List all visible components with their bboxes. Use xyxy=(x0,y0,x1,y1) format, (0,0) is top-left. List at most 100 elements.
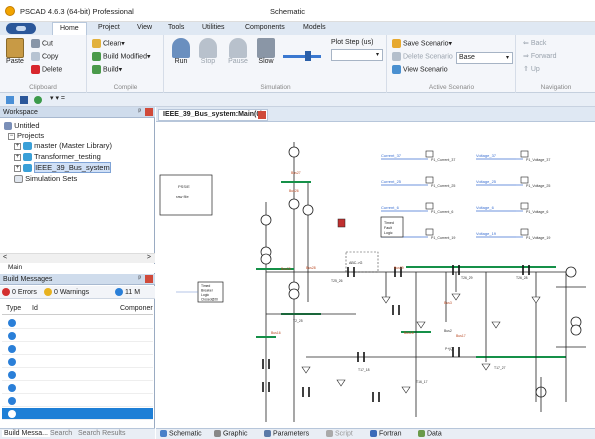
tree-item-transformer[interactable]: + Transformer_testing xyxy=(14,152,101,162)
table-row[interactable] xyxy=(2,382,153,394)
script-icon xyxy=(326,430,333,437)
tab-utilities[interactable]: Utilities xyxy=(202,24,225,31)
meter-icon xyxy=(425,228,434,236)
run-button[interactable]: Run xyxy=(169,38,193,65)
tab-schematic[interactable]: Schematic xyxy=(160,430,202,437)
tab-search-results[interactable]: Search Results xyxy=(78,430,125,437)
transformer-symbol xyxy=(302,204,314,216)
col-id[interactable]: Id xyxy=(32,305,38,312)
pause-icon xyxy=(229,38,247,58)
close-icon[interactable] xyxy=(145,275,153,283)
errors-filter-button[interactable]: 0 Errors xyxy=(2,288,37,296)
context-title: Schematic xyxy=(270,7,306,16)
tab-project[interactable]: Project xyxy=(98,24,120,31)
tab-data[interactable]: Data xyxy=(418,430,442,437)
schematic-canvas[interactable]: Current_37 P1_Current_37 Voltage_37 P1_Volt… xyxy=(156,122,595,428)
tree-item-master[interactable]: + master (Master Library) xyxy=(14,141,112,151)
col-type[interactable]: Type xyxy=(6,305,21,312)
clean-button[interactable]: Clean▾ xyxy=(92,39,125,48)
workspace-main-tab[interactable]: Main xyxy=(0,264,155,273)
source-symbol xyxy=(565,266,577,278)
table-row[interactable] xyxy=(2,369,153,381)
delete-scenario-button[interactable]: Delete Scenario xyxy=(392,52,453,61)
undo-icon[interactable] xyxy=(34,96,42,104)
source-symbol xyxy=(260,214,272,226)
tab-fortran[interactable]: Fortran xyxy=(370,430,402,437)
tree-simulation-sets[interactable]: Simulation Sets xyxy=(14,174,77,184)
workspace-scrollbar[interactable]: < > xyxy=(0,253,155,263)
build-messages-table: Type Id Componer xyxy=(0,303,155,423)
table-row[interactable] xyxy=(2,343,153,355)
new-icon[interactable] xyxy=(6,96,14,104)
timed-breaker-text: Timed xyxy=(201,284,210,288)
tab-build-messages[interactable]: Build Messa... xyxy=(2,430,50,437)
pause-button[interactable]: Pause xyxy=(225,38,251,65)
note-text: raw file xyxy=(176,194,189,199)
build-modified-button[interactable]: Build Modified▾ xyxy=(92,52,150,61)
device-label: T17_27 xyxy=(494,366,506,370)
build-button[interactable]: Build▾ xyxy=(92,65,122,74)
qat-more-icon[interactable]: ▾ ▾ = xyxy=(50,94,65,102)
close-tab-icon[interactable] xyxy=(258,111,266,119)
meter-current-label: Current_37 xyxy=(381,153,402,158)
forward-button[interactable]: ⇒ Forward xyxy=(523,52,557,60)
warnings-filter-button[interactable]: 0 Warnings xyxy=(44,288,89,296)
messages-filter-button[interactable]: 11 M xyxy=(115,288,140,296)
tab-parameters[interactable]: Parameters xyxy=(264,430,309,437)
info-icon xyxy=(8,345,16,353)
broom-icon xyxy=(92,39,101,48)
delete-button[interactable]: Delete xyxy=(31,65,62,74)
meter-voltage-label: Voltage_25 xyxy=(476,179,497,184)
table-row[interactable] xyxy=(2,395,153,407)
simulation-group: Run Stop Pause Slow Plot Step (us) ▾ Sim… xyxy=(165,35,387,93)
stop-icon xyxy=(199,38,217,58)
scenario-select[interactable]: Base ▾ xyxy=(456,52,513,64)
table-row[interactable] xyxy=(2,356,153,368)
parameters-icon xyxy=(264,430,271,437)
tab-models[interactable]: Models xyxy=(303,24,326,31)
close-icon[interactable] xyxy=(145,108,153,116)
col-component[interactable]: Componer xyxy=(120,305,153,312)
tab-graphic[interactable]: Graphic xyxy=(214,430,247,437)
workspace-icon xyxy=(4,122,12,131)
scenario-label: Active Scenario xyxy=(428,84,475,91)
error-icon xyxy=(2,288,10,296)
document-tab[interactable]: IEEE_39_Bus_system:Main(0) xyxy=(158,109,268,121)
tab-home[interactable]: Home xyxy=(52,22,87,36)
compile-group: Clean▾ Build Modified▾ Build▾ Compile xyxy=(88,35,164,93)
stop-button[interactable]: Stop xyxy=(196,38,220,65)
file-menu-button[interactable] xyxy=(6,23,36,34)
up-button[interactable]: ⇑ Up xyxy=(523,65,540,73)
slow-button[interactable]: Slow xyxy=(253,38,279,65)
paste-button[interactable]: Paste xyxy=(2,38,28,65)
table-row[interactable] xyxy=(2,317,153,329)
copy-button[interactable]: Copy xyxy=(31,52,58,61)
save-icon[interactable] xyxy=(20,96,28,104)
tab-search[interactable]: Search xyxy=(50,430,72,437)
table-row[interactable] xyxy=(2,408,153,420)
simulation-label: Simulation xyxy=(260,84,291,91)
speed-slider[interactable] xyxy=(283,55,321,58)
view-scenario-button[interactable]: View Scenario xyxy=(392,65,448,74)
plot-step-input[interactable]: ▾ xyxy=(331,49,383,61)
cut-button[interactable]: Cut xyxy=(31,39,53,48)
schematic-diagram[interactable]: Current_37 P1_Current_37 Voltage_37 P1_Volt… xyxy=(156,122,595,428)
meter-icon xyxy=(520,228,529,236)
table-row[interactable] xyxy=(2,330,153,342)
meter-icon xyxy=(425,176,434,184)
abc-label: ABC->G xyxy=(349,261,363,265)
meter-icon xyxy=(520,202,529,210)
back-button[interactable]: ⇐ Back xyxy=(523,39,546,47)
delete-icon xyxy=(31,65,40,74)
left-bottom-tabs: Build Messa... Search Search Results xyxy=(0,428,155,439)
tree-item-ieee39[interactable]: + IEEE_39_Bus_system xyxy=(14,162,111,173)
tree-root[interactable]: Untitled xyxy=(4,121,40,131)
save-scenario-button[interactable]: Save Scenario▾ xyxy=(392,39,452,48)
speed-slider-thumb[interactable] xyxy=(305,51,311,61)
tab-script[interactable]: Script xyxy=(326,430,353,437)
data-icon xyxy=(418,430,425,437)
tree-projects[interactable]: − Projects xyxy=(8,131,44,140)
tab-components[interactable]: Components xyxy=(245,24,285,31)
tab-view[interactable]: View xyxy=(137,24,152,31)
tab-tools[interactable]: Tools xyxy=(168,24,184,31)
